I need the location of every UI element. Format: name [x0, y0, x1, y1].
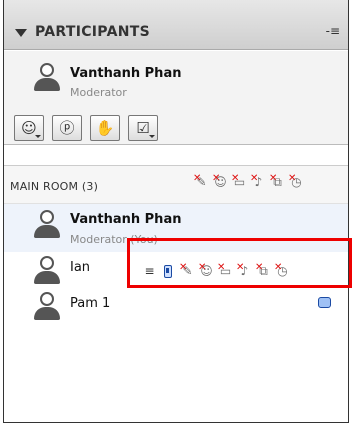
main-room-label: MAIN ROOM (3) — [10, 180, 99, 193]
dropdown-arrow-icon — [35, 135, 41, 138]
participants-panel: PARTICIPANTS -≡ Vanthanh Phan Moderator … — [3, 0, 349, 423]
avatar-icon — [34, 63, 60, 91]
smiley-button[interactable]: ☺ — [14, 115, 44, 141]
speaker-off-icon[interactable]: ♪ ✕ — [250, 173, 266, 190]
profile-icon: ⓟ — [59, 118, 75, 137]
raise-hand-icon: ✋ — [95, 118, 115, 137]
panel-title: PARTICIPANTS — [35, 24, 150, 40]
main-room-section: MAIN ROOM (3) ✎ ✕ ☺ ✕ ▭ ✕ ♪ ✕ ⧉ ✕ ◷ ✕ Vanthanh… — [4, 165, 348, 423]
smiley-off-icon[interactable]: ☺ ✕ — [212, 173, 228, 190]
connection-status-icon — [318, 297, 331, 308]
moderator-role: Moderator — [70, 86, 127, 99]
smiley-icon: ☺ — [21, 118, 37, 137]
participant-name: Pam 1 — [70, 296, 111, 311]
raise-hand-button[interactable]: ✋ — [90, 115, 120, 141]
room-status-icons: ✎ ✕ ☺ ✕ ▭ ✕ ♪ ✕ ⧉ ✕ ◷ ✕ — [193, 173, 304, 190]
moderator-toolbar: ☺ ⓟ ✋ ☑ — [14, 115, 158, 141]
highlight-annotation — [127, 238, 352, 288]
participant-name: Vanthanh Phan — [70, 212, 182, 227]
profile-button[interactable]: ⓟ — [52, 115, 82, 141]
checkbox-icon: ☑ — [136, 118, 150, 137]
chat-off-icon[interactable]: ▭ ✕ — [231, 173, 247, 190]
avatar-icon — [34, 256, 60, 284]
list-item-pam[interactable]: Pam 1 — [4, 288, 348, 324]
checkbox-button[interactable]: ☑ — [128, 115, 158, 141]
moderator-card: Vanthanh Phan Moderator ☺ ⓟ ✋ ☑ — [4, 51, 348, 145]
timer-icon[interactable]: ◷ ✕ — [288, 173, 304, 190]
avatar-icon — [34, 292, 60, 320]
main-room-header: MAIN ROOM (3) ✎ ✕ ☺ ✕ ▭ ✕ ♪ ✕ ⧉ ✕ ◷ ✕ — [4, 166, 348, 204]
participant-name: Ian — [70, 260, 91, 275]
panel-header[interactable]: PARTICIPANTS -≡ — [4, 0, 348, 50]
dropdown-arrow-icon — [149, 135, 155, 138]
moderator-name: Vanthanh Phan — [70, 66, 182, 81]
share-off-icon[interactable]: ⧉ ✕ — [269, 173, 285, 190]
mic-muted-icon[interactable]: ✎ ✕ — [193, 173, 209, 190]
collapse-triangle-icon[interactable] — [15, 29, 27, 37]
list-menu-icon[interactable]: -≡ — [326, 24, 340, 38]
avatar-icon — [34, 210, 60, 238]
